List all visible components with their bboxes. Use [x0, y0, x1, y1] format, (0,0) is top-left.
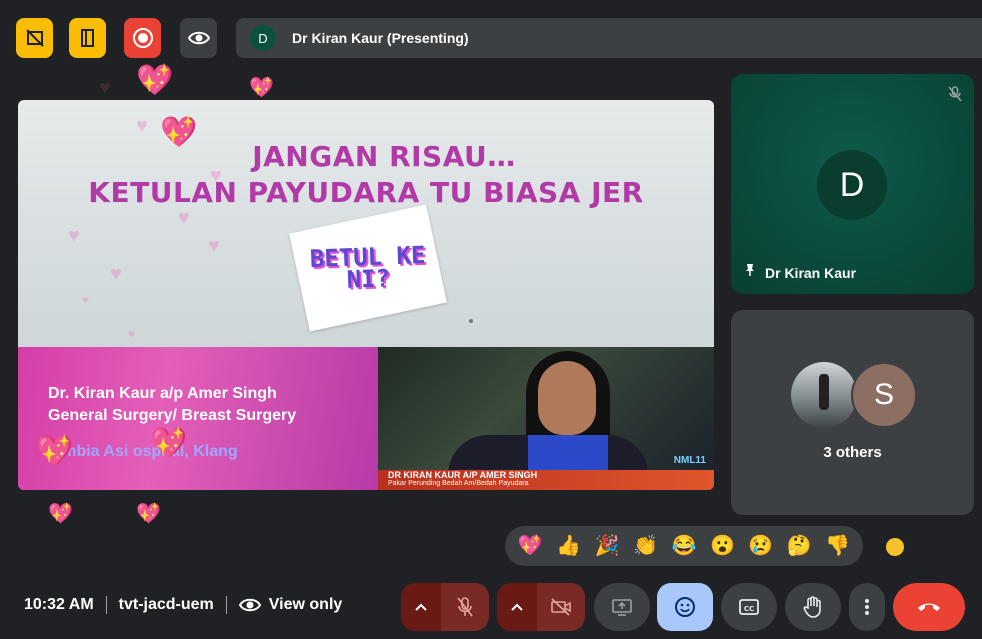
- heart-reaction: 💖: [136, 64, 174, 97]
- heart-reaction: ♥: [208, 235, 220, 257]
- reaction-thinking[interactable]: 🤔: [787, 536, 812, 556]
- slide-sticker: BETUL KE NI?: [289, 204, 447, 332]
- more-vert-icon: [865, 599, 869, 615]
- eye-icon: [187, 31, 210, 45]
- smiley-icon: [675, 597, 695, 617]
- heart-reaction: 💖: [36, 435, 74, 468]
- pin-icon[interactable]: [743, 263, 757, 282]
- camera-off-icon: [551, 598, 571, 616]
- meeting-code[interactable]: tvt-jacd-uem: [119, 596, 214, 614]
- hide-tiles-button[interactable]: [16, 18, 53, 58]
- reaction-surprised[interactable]: 😮: [710, 536, 735, 556]
- view-only-button[interactable]: [180, 18, 217, 58]
- video-caption: DR KIRAN KAUR A/P AMER SINGH Pakar Perun…: [378, 470, 714, 490]
- divider: [105, 596, 107, 614]
- participant-avatar-s: S: [851, 362, 917, 428]
- record-icon: [132, 28, 153, 48]
- divider: [225, 596, 227, 614]
- heart-reaction: ♥: [110, 263, 122, 285]
- speaker-specialty: General Surgery/ Breast Surgery: [48, 407, 297, 424]
- eye-icon: [238, 597, 261, 613]
- reaction-sparkling-heart[interactable]: 💖: [518, 536, 543, 556]
- channel-logo: NML11: [673, 455, 706, 466]
- mic-options-button[interactable]: [401, 583, 441, 631]
- camera-toggle-button[interactable]: [537, 583, 585, 631]
- participant-tile-kiran[interactable]: D Dr Kiran Kaur: [731, 74, 974, 294]
- heart-reaction: ♥: [136, 115, 148, 137]
- meeting-info: 10:32 AM tvt-jacd-uem View only: [24, 596, 342, 614]
- mic-toggle-button[interactable]: [441, 583, 489, 631]
- skin-tone-picker[interactable]: [884, 536, 906, 558]
- speaker-banner: Dr. Kiran Kaur a/p Amer Singh General Su…: [18, 347, 378, 490]
- presenter-avatar: D: [250, 25, 276, 51]
- recording-button[interactable]: [124, 18, 161, 58]
- others-count-label: 3 others: [823, 444, 882, 461]
- caption-name: DR KIRAN KAUR A/P AMER SINGH: [388, 470, 538, 480]
- clock-time: 10:32 AM: [24, 596, 94, 613]
- heart-reaction: 💖: [160, 116, 198, 149]
- heart-reaction: ♥: [99, 77, 111, 99]
- camera-options-button[interactable]: [497, 583, 537, 631]
- hang-up-icon: [918, 603, 940, 611]
- reaction-tears-of-joy[interactable]: 😂: [672, 536, 697, 556]
- participant-photo-avatar: [791, 362, 857, 428]
- participant-tile-others[interactable]: S 3 others: [731, 310, 974, 515]
- slide-title-line1: JANGAN RISAU…: [252, 140, 516, 173]
- closed-captions-icon: CC: [739, 599, 759, 615]
- participant-name: Dr Kiran Kaur: [765, 264, 857, 281]
- chevron-up-icon: [511, 603, 523, 611]
- heart-reaction: ♥: [178, 207, 190, 229]
- reaction-bar: 💖 👍 🎉 👏 😂 😮 😢 🤔 👎: [505, 526, 863, 566]
- leave-call-button[interactable]: [893, 583, 965, 631]
- captions-button[interactable]: CC: [721, 583, 777, 631]
- presenter-label: Dr Kiran Kaur (Presenting): [292, 30, 469, 46]
- presenter-banner: D Dr Kiran Kaur (Presenting): [236, 18, 982, 58]
- exit-building-button[interactable]: [69, 18, 106, 58]
- microphone-control: [401, 583, 489, 631]
- chevron-up-icon: [415, 603, 427, 611]
- reaction-clapping[interactable]: 👏: [633, 536, 658, 556]
- camera-control: [497, 583, 585, 631]
- heart-reaction: 💖: [136, 503, 161, 525]
- participant-avatar: D: [817, 150, 887, 220]
- mouse-cursor: [469, 319, 473, 323]
- speaker-hospital: lumbia Asi ospital, Klang: [48, 443, 238, 460]
- reaction-crying[interactable]: 😢: [748, 536, 773, 556]
- heart-reaction: ♥: [82, 293, 90, 307]
- reaction-thumbs-down[interactable]: 👎: [825, 536, 850, 556]
- mic-off-icon: [457, 597, 473, 617]
- presentation-screen: JANGAN RISAU… KETULAN PAYUDARA TU BIASA …: [18, 100, 714, 490]
- heart-reaction: ♥: [210, 165, 222, 187]
- heart-reaction: 💖: [249, 77, 274, 99]
- speaker-video: NML11 DR KIRAN KAUR A/P AMER SINGH Pakar…: [378, 347, 714, 490]
- speaker-name: Dr. Kiran Kaur a/p Amer Singh: [48, 385, 277, 402]
- present-icon: [612, 599, 632, 616]
- heart-reaction: 💖: [150, 427, 188, 460]
- heart-reaction: ♥: [128, 327, 136, 341]
- present-screen-button[interactable]: [594, 583, 650, 631]
- more-options-button[interactable]: [849, 583, 885, 631]
- svg-text:CC: CC: [744, 605, 754, 613]
- heart-reaction: ♥: [68, 225, 80, 247]
- sticker-text: BETUL KE NI?: [309, 240, 426, 294]
- caption-subtitle: Pakar Perunding Bedah Am/Bedah Payudara: [388, 480, 529, 487]
- mic-off-icon: [948, 86, 962, 107]
- reaction-thumbs-up[interactable]: 👍: [556, 536, 581, 556]
- send-reaction-button[interactable]: [657, 583, 713, 631]
- raise-hand-button[interactable]: [785, 583, 841, 631]
- no-tiles-icon: [25, 29, 44, 47]
- door-icon: [80, 29, 94, 47]
- hand-icon: [803, 596, 821, 618]
- slide-title-line2: KETULAN PAYUDARA TU BIASA JER: [88, 176, 644, 209]
- reaction-party-popper[interactable]: 🎉: [595, 536, 620, 556]
- heart-reaction: 💖: [48, 503, 73, 525]
- view-only-label: View only: [268, 596, 343, 613]
